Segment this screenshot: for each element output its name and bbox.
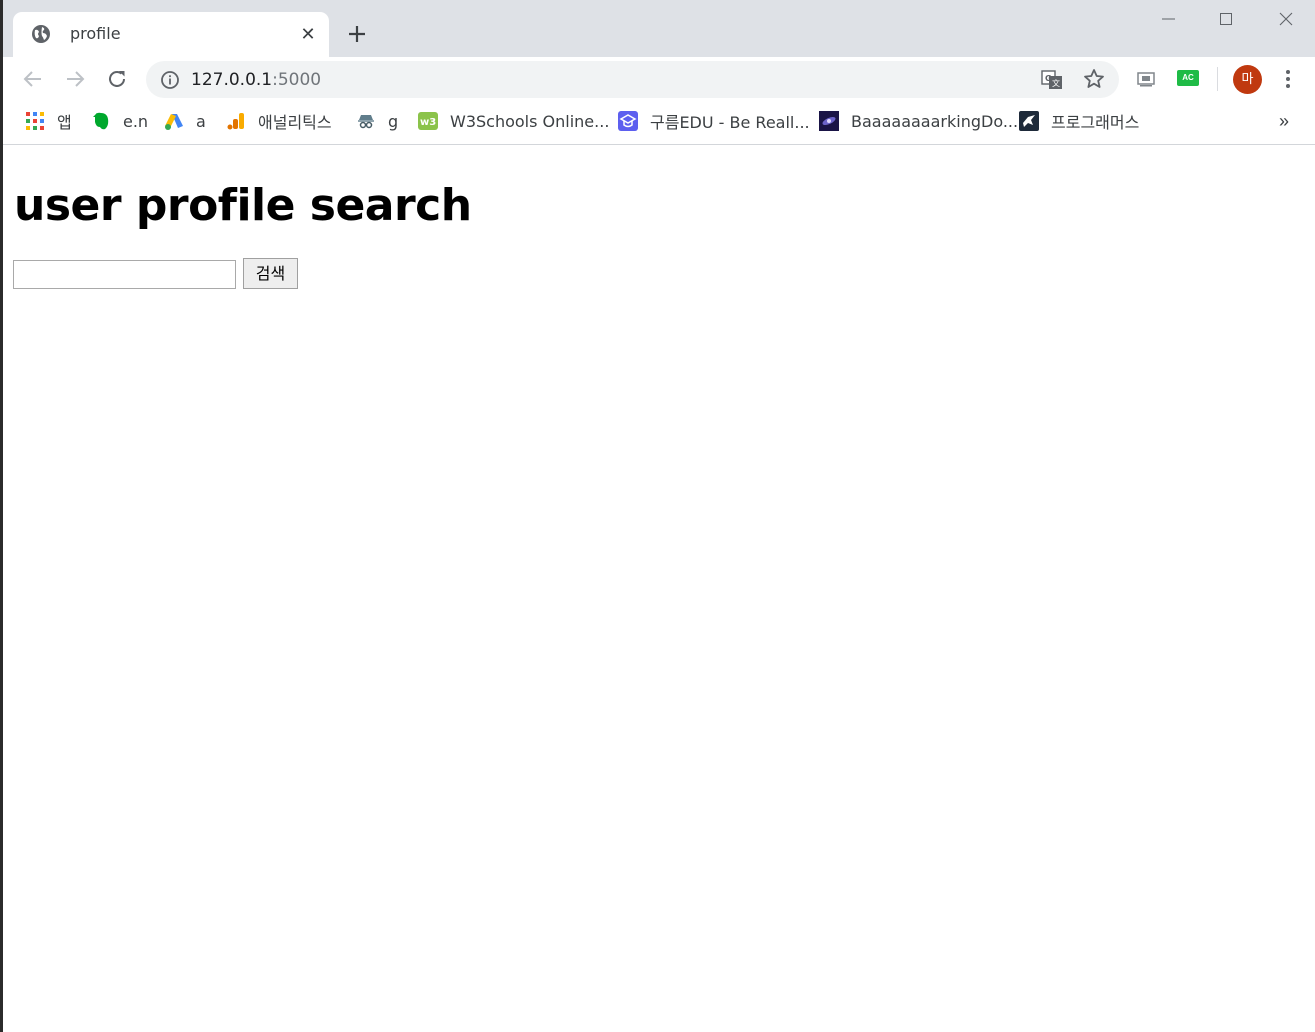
page-content: user profile search 검색 bbox=[3, 146, 1315, 1032]
tab-profile[interactable]: profile ✕ bbox=[13, 12, 329, 57]
bookmark-label: W3Schools Online... bbox=[450, 111, 610, 131]
bookmark-analytics[interactable]: 애널리틱스 bbox=[226, 109, 332, 133]
bookmark-g[interactable]: g bbox=[356, 109, 398, 133]
svg-text:G: G bbox=[1045, 74, 1052, 83]
bookmark-label: 앱 bbox=[57, 113, 72, 132]
bookmark-evernote[interactable]: e.n bbox=[91, 109, 148, 133]
tab-title: profile bbox=[70, 24, 121, 43]
back-arrow-icon[interactable] bbox=[21, 67, 45, 91]
bookmark-label: g bbox=[388, 111, 399, 131]
page-title: user profile search bbox=[14, 180, 472, 231]
svg-text:w3: w3 bbox=[420, 117, 436, 128]
analytics-icon bbox=[227, 113, 244, 130]
bookmark-label: a bbox=[196, 111, 206, 131]
maximize-icon[interactable] bbox=[1203, 8, 1249, 32]
translate-icon[interactable]: G 文 bbox=[1041, 69, 1063, 91]
bookmarks-overflow-chevron-icon[interactable]: » bbox=[1279, 111, 1289, 132]
globe-icon bbox=[32, 25, 50, 43]
address-bar[interactable]: 127.0.0.1:5000 G 文 bbox=[146, 61, 1119, 98]
browser-toolbar: 127.0.0.1:5000 G 文 AC 마 bbox=[3, 57, 1315, 101]
tab-close-icon[interactable]: ✕ bbox=[297, 23, 319, 45]
search-button[interactable]: 검색 bbox=[243, 258, 298, 289]
bookmark-label: 애널리틱스 bbox=[258, 113, 332, 132]
svg-text:文: 文 bbox=[1052, 78, 1060, 88]
info-icon[interactable] bbox=[160, 70, 180, 90]
reload-icon[interactable] bbox=[105, 67, 129, 91]
goorm-icon bbox=[618, 111, 638, 131]
bookmark-label: e.n bbox=[123, 111, 149, 131]
evernote-icon bbox=[93, 112, 109, 130]
bookmark-programmers[interactable]: 프로그래머스 bbox=[1019, 109, 1139, 133]
bookmark-label: 구름EDU - Be Reall... bbox=[650, 113, 810, 132]
extension-ac-icon[interactable]: AC bbox=[1177, 70, 1199, 86]
bookmark-label: 프로그래머스 bbox=[1051, 113, 1140, 132]
bookmark-barkingdog[interactable]: BaaaaaaaarkingDo... bbox=[819, 109, 1018, 133]
url-port: :5000 bbox=[272, 70, 322, 90]
bookmark-apps[interactable]: 앱 bbox=[25, 109, 72, 133]
browser-window: profile ✕ 127.0.0.1:5000 G 文 AC 마 앱 e.n … bbox=[0, 0, 1315, 1032]
window-close-icon[interactable] bbox=[1263, 8, 1309, 32]
programmers-icon bbox=[1019, 111, 1039, 131]
toolbar-divider bbox=[1217, 67, 1218, 91]
google-ads-icon bbox=[165, 114, 183, 130]
bookmark-star-icon[interactable] bbox=[1083, 68, 1105, 90]
tab-strip: profile ✕ bbox=[3, 0, 1315, 57]
galaxy-icon bbox=[819, 111, 839, 131]
url-host: 127.0.0.1 bbox=[191, 70, 273, 90]
bookmark-label: BaaaaaaaarkingDo... bbox=[851, 111, 1019, 131]
bookmark-w3schools[interactable]: w3 W3Schools Online... bbox=[418, 109, 609, 133]
forward-arrow-icon[interactable] bbox=[63, 67, 87, 91]
kebab-menu-icon[interactable] bbox=[1279, 68, 1297, 90]
bookmark-goorm[interactable]: 구름EDU - Be Reall... bbox=[618, 109, 810, 133]
bookmark-google-ads[interactable]: a bbox=[164, 109, 206, 133]
profile-avatar[interactable]: 마 bbox=[1233, 65, 1262, 94]
spy-icon bbox=[358, 115, 374, 129]
new-tab-plus-icon[interactable] bbox=[345, 22, 369, 46]
bookmarks-bar: 앱 e.n a 애널리틱스 g w3 W3Schools Online... 구… bbox=[3, 101, 1315, 145]
w3schools-icon: w3 bbox=[418, 112, 438, 130]
minimize-icon[interactable] bbox=[1145, 8, 1191, 32]
search-input[interactable] bbox=[13, 260, 236, 289]
extension-screen-icon[interactable] bbox=[1136, 70, 1156, 88]
apps-grid-icon bbox=[26, 112, 44, 130]
url-text: 127.0.0.1:5000 bbox=[191, 70, 321, 90]
